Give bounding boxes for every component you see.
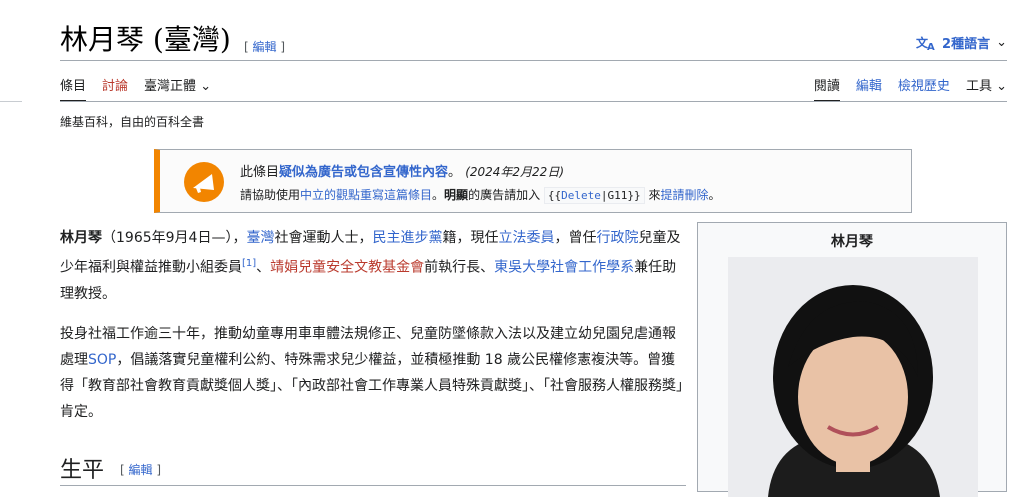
template-brace: {{ — [547, 189, 562, 202]
chevron-down-icon: ⌄ — [996, 35, 1007, 50]
notice-text: 此條目 — [240, 165, 280, 180]
link-executive-yuan[interactable]: 行政院 — [596, 230, 638, 246]
site-tagline: 維基百科，自由的百科全書 — [60, 115, 205, 129]
notice-text: 。 — [432, 188, 445, 202]
portrait-image — [728, 257, 978, 497]
subject-name: 林月琴 — [60, 230, 102, 246]
link-soochow-social-work[interactable]: 東吳大學社會工作學系 — [494, 260, 634, 276]
tools-label[interactable]: 工具 — [966, 79, 992, 94]
link-sop[interactable]: SOP — [88, 352, 116, 368]
link-legislator[interactable]: 立法委員 — [498, 230, 554, 246]
tab-edit[interactable]: 編輯 — [856, 75, 882, 102]
edit-link-label[interactable]: 編輯 — [253, 40, 277, 54]
title-edit-link[interactable]: [ 編輯 ] — [244, 38, 285, 55]
advert-notice-box: 此條目疑似為廣告或包含宣傳性內容。 (2024年2月22日) 請協助使用中立的觀… — [154, 149, 912, 213]
lead-text: （1965年9月4日—）， — [102, 230, 247, 246]
lead-text: 、 — [256, 259, 271, 276]
section-heading: 生平 — [60, 458, 105, 483]
article-body: 林月琴（1965年9月4日—），臺灣社會運動人士，民主進步黨籍，現任立法委員，曾… — [60, 225, 686, 439]
sidebar-divider — [0, 101, 22, 102]
template-sep: | — [600, 189, 608, 202]
deletion-request-link[interactable]: 提請刪除 — [661, 188, 709, 202]
chevron-down-icon: ⌄ — [996, 79, 1007, 94]
body-text: ，倡議落實兒童權利公約、特殊需求兒少權益，並積極推動 18 歲公民權修憲複決等。… — [60, 351, 683, 420]
tabs-divider — [60, 101, 1007, 102]
view-tabs: 閱讀 編輯 檢視歷史 工具 ⌄ — [813, 75, 1007, 102]
notice-bold: 明顯 — [444, 188, 469, 202]
lead-text: ，曾任 — [554, 230, 597, 246]
second-paragraph: 投身社福工作逾三十年，推動幼童專用車車體法規修正、兒童防墜條款入法以及建立幼兒園… — [60, 321, 686, 425]
tab-article[interactable]: 條目 — [60, 75, 87, 102]
edit-link-label[interactable]: 編輯 — [129, 463, 153, 477]
section-divider — [60, 485, 686, 486]
notice-date: (2024年2月22日) — [465, 165, 564, 179]
delete-template-link[interactable]: Delete — [561, 189, 601, 202]
megaphone-icon — [184, 162, 224, 202]
page-title: 林月琴 (臺灣) — [60, 23, 231, 56]
notice-text: 。 — [708, 188, 721, 202]
tab-history[interactable]: 檢視歷史 — [898, 75, 950, 102]
tab-read[interactable]: 閱讀 — [813, 75, 840, 102]
variant-dropdown[interactable]: 臺灣正體 ⌄ — [144, 75, 211, 102]
template-arg: G11 — [607, 189, 628, 202]
delete-template-code: {{Delete|G11}} — [543, 187, 645, 204]
svg-text:A: A — [927, 42, 935, 51]
tools-dropdown[interactable]: 工具 ⌄ — [966, 75, 1007, 102]
infobox-title: 林月琴 — [831, 234, 873, 250]
reference-1[interactable]: [1] — [242, 258, 256, 269]
language-count[interactable]: 2種語言 — [942, 33, 990, 52]
notice-line-2: 請協助使用中立的觀點重寫這篇條目。明顯的廣告請加入 {{Delete|G11}}… — [240, 186, 721, 204]
redlink-foundation[interactable]: 靖娟兒童安全文教基金會 — [270, 260, 424, 276]
npov-link[interactable]: 中立的觀點重寫這篇條目 — [300, 188, 432, 202]
lead-text: 前執行長、 — [424, 259, 495, 276]
template-brace: }} — [627, 189, 641, 202]
portrait-photo[interactable] — [728, 257, 978, 497]
notice-text: 來 — [648, 188, 661, 202]
notice-text: 的廣告請加入 — [468, 188, 541, 202]
tab-talk[interactable]: 討論 — [102, 75, 128, 102]
link-dpp[interactable]: 民主進步黨 — [372, 230, 442, 246]
lead-paragraph: 林月琴（1965年9月4日—），臺灣社會運動人士，民主進步黨籍，現任立法委員，曾… — [60, 225, 686, 307]
link-taiwan[interactable]: 臺灣 — [246, 230, 274, 246]
lead-text: 籍，現任 — [442, 230, 499, 246]
title-divider — [60, 60, 1007, 61]
infobox: 林月琴 — [697, 222, 1007, 497]
namespace-tabs: 條目 討論 臺灣正體 ⌄ — [60, 75, 211, 102]
translate-icon: 文 A — [916, 35, 935, 51]
advert-guideline-link[interactable]: 疑似為廣告或包含宣傳性內容 — [279, 165, 448, 180]
lead-text: 社會運動人士， — [274, 230, 373, 246]
notice-text: 。 — [448, 165, 462, 180]
variant-label[interactable]: 臺灣正體 — [144, 79, 196, 94]
chevron-down-icon: ⌄ — [200, 79, 212, 94]
section-edit-link[interactable]: [ 編輯 ] — [120, 461, 161, 478]
language-button[interactable]: 文 A 2種語言 ⌄ — [916, 33, 1007, 53]
notice-line-1: 此條目疑似為廣告或包含宣傳性內容。 (2024年2月22日) — [240, 161, 564, 180]
notice-text: 請協助使用 — [240, 188, 301, 202]
